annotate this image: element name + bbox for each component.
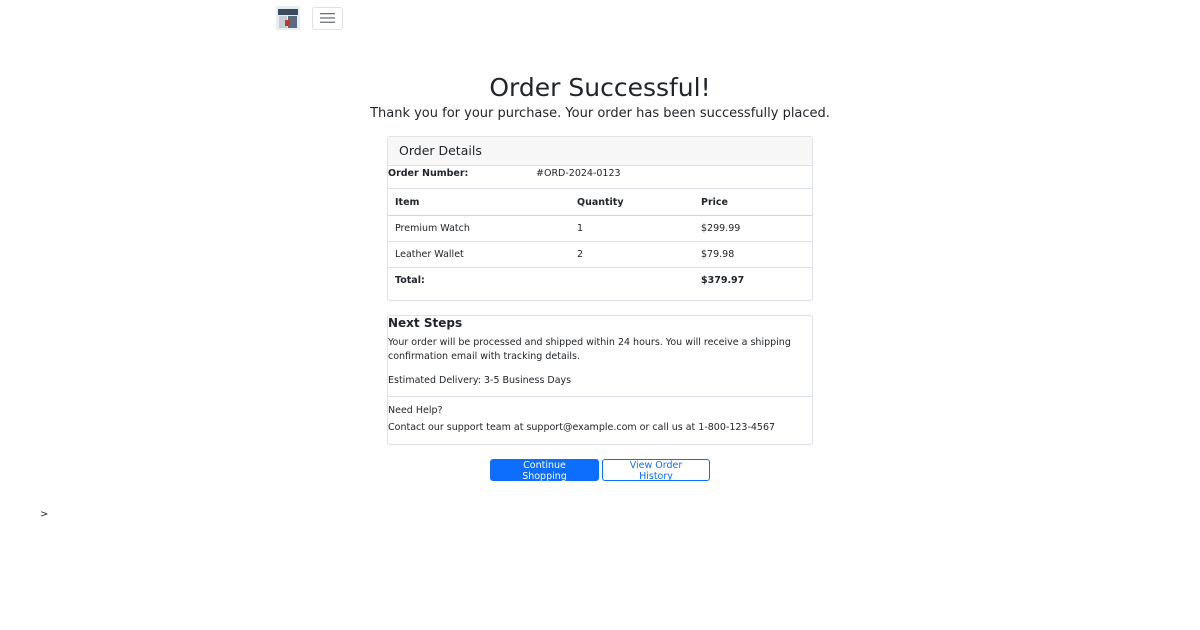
table-row: Leather Wallet 2 $79.98 — [388, 241, 812, 268]
page-title: Order Successful! — [489, 73, 711, 102]
estimated-delivery: Estimated Delivery: 3-5 Business Days — [388, 375, 572, 386]
help-title: Need Help? — [388, 405, 443, 416]
total-spacer — [570, 268, 694, 294]
item-name: Leather Wallet — [388, 241, 570, 268]
hamburger-menu-icon — [320, 13, 335, 23]
table-header-row: Item Quantity Price — [388, 190, 812, 216]
help-section: Need Help? Contact our support team at s… — [388, 396, 812, 433]
total-row: Total: $379.97 — [388, 268, 812, 294]
column-header-item: Item — [388, 190, 570, 216]
item-quantity: 1 — [570, 215, 694, 242]
next-steps-title: Next Steps — [388, 316, 463, 330]
item-quantity: 2 — [570, 241, 694, 268]
item-price: $79.98 — [694, 241, 812, 268]
item-price: $299.99 — [694, 215, 812, 242]
continue-shopping-button[interactable]: Continue Shopping — [490, 459, 599, 482]
order-details-card: Order Details Order Number: #ORD-2024-01… — [387, 136, 813, 301]
view-order-history-button[interactable]: View Order History — [602, 459, 710, 482]
total-value: $379.97 — [701, 275, 745, 286]
column-header-price: Price — [694, 190, 812, 216]
order-items-table: Item Quantity Price Premium Watch 1 $299… — [388, 190, 812, 293]
action-buttons: Continue Shopping View Order History — [490, 459, 710, 482]
order-number-value: #ORD-2024-0123 — [536, 168, 621, 179]
top-navbar — [276, 6, 343, 30]
column-header-quantity: Quantity — [570, 190, 694, 216]
table-row: Premium Watch 1 $299.99 — [388, 215, 812, 242]
order-number-label: Order Number: — [388, 168, 469, 179]
next-steps-card: Next Steps Your order will be processed … — [387, 315, 813, 445]
order-number-row: Order Number: #ORD-2024-0123 — [388, 166, 812, 189]
help-text: Contact our support team at support@exam… — [388, 422, 776, 433]
store-logo-icon[interactable] — [276, 6, 300, 30]
order-details-header: Order Details — [388, 137, 812, 166]
page-subtitle: Thank you for your purchase. Your order … — [370, 106, 830, 121]
item-name: Premium Watch — [388, 215, 570, 242]
total-label: Total: — [395, 275, 425, 286]
stray-text: > — [40, 509, 49, 520]
next-steps-body: Your order will be processed and shipped… — [388, 337, 791, 362]
hamburger-menu-button[interactable] — [312, 6, 343, 30]
